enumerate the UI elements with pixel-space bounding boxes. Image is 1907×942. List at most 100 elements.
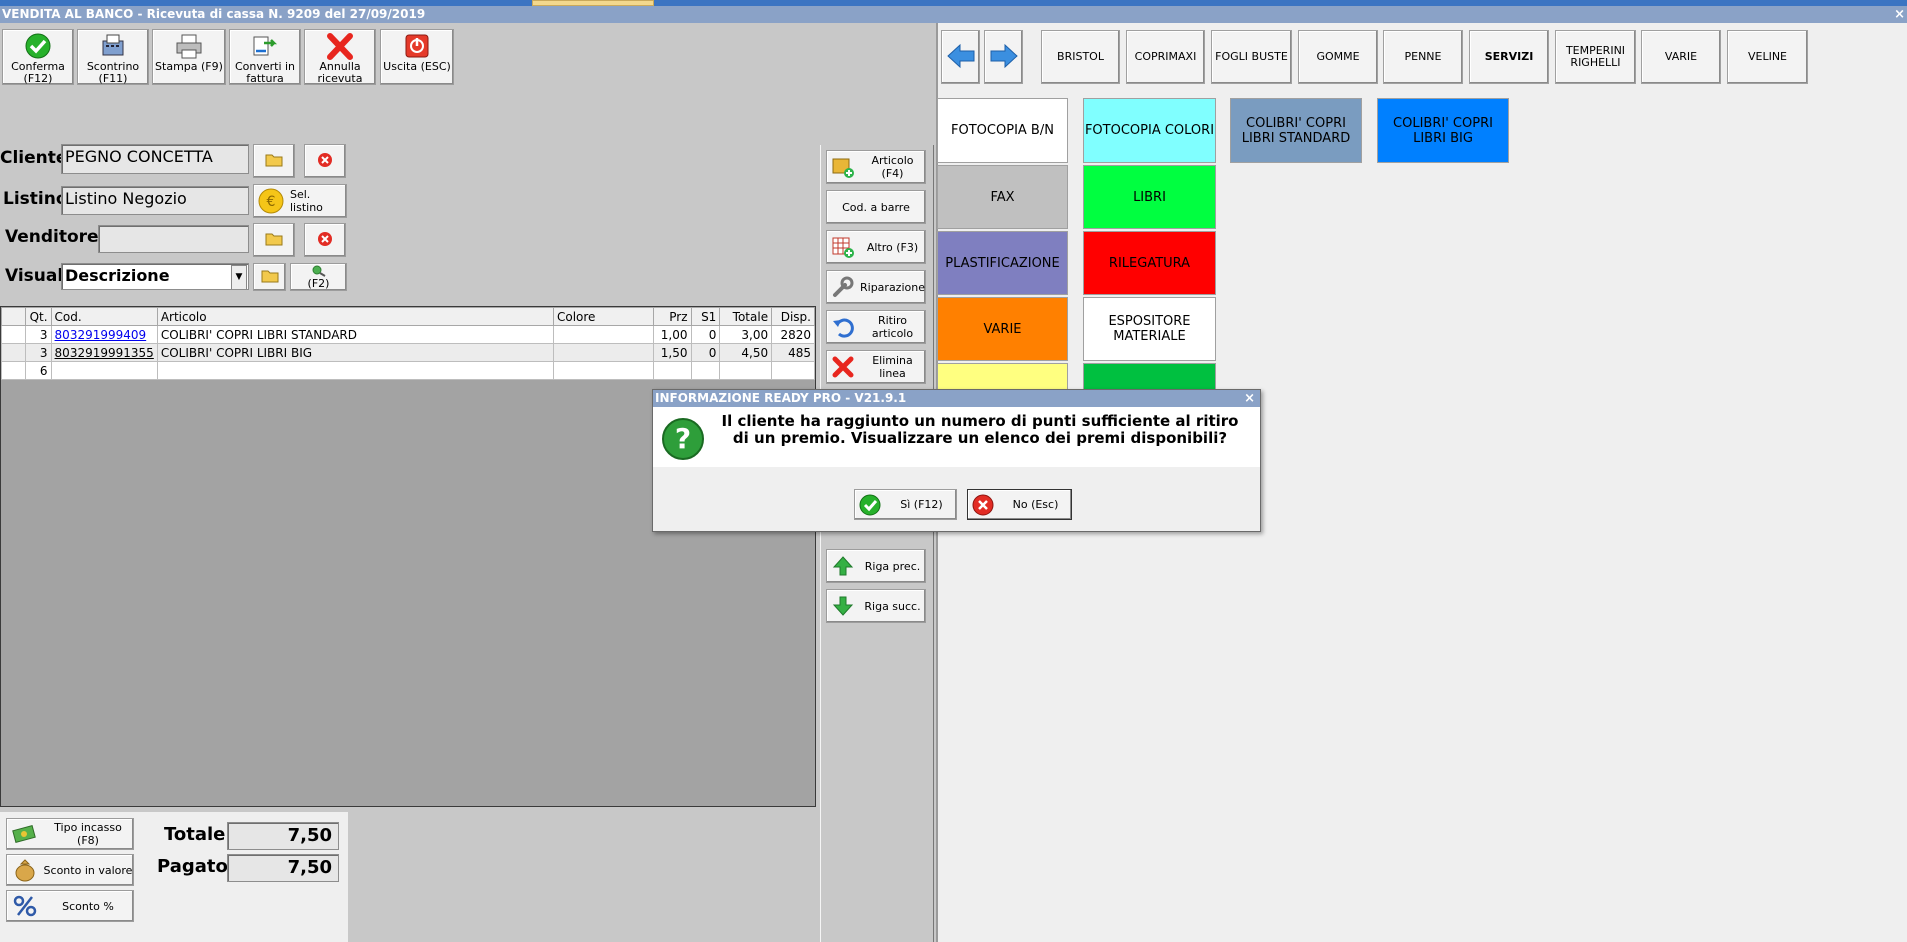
product-colibri-standard[interactable]: COLIBRI' COPRI LIBRI STANDARD <box>1230 98 1362 163</box>
chevron-down-icon[interactable]: ▼ <box>231 265 247 289</box>
column-header-cod[interactable]: Cod. <box>50 307 158 326</box>
article-button[interactable]: Articolo (F4) <box>826 150 926 184</box>
payment-type-button[interactable]: Tipo incasso (F8) <box>6 818 134 850</box>
items-table: Qt. Cod. Articolo Colore Prz S1 Totale D… <box>1 307 815 380</box>
product-libri[interactable]: LIBRI <box>1083 165 1216 229</box>
visual-folder-button[interactable] <box>253 263 286 291</box>
paid-value[interactable]: 7,50 <box>227 854 339 882</box>
price-cell[interactable]: 1,50 <box>652 343 692 362</box>
info-dialog: INFORMAZIONE READY PRO - V21.9.1 × ? Il … <box>652 389 1261 532</box>
repair-button[interactable]: Riparazione <box>826 270 926 304</box>
color-cell[interactable] <box>552 343 654 362</box>
svg-text:€: € <box>267 194 276 210</box>
category-penne[interactable]: PENNE <box>1383 30 1463 84</box>
color-cell[interactable] <box>552 325 654 344</box>
column-header-disp[interactable]: Disp. <box>771 307 815 326</box>
svg-text:?: ? <box>675 422 691 455</box>
discount-cell[interactable] <box>690 361 721 380</box>
clear-client-button[interactable] <box>304 144 346 178</box>
category-veline[interactable]: VELINE <box>1727 30 1808 84</box>
receipt-button[interactable]: Scontrino (F11) <box>77 29 149 85</box>
article-cell[interactable]: COLIBRI' COPRI LIBRI STANDARD <box>156 325 554 344</box>
product-fax[interactable]: FAX <box>937 165 1068 229</box>
other-button[interactable]: Altro (F3) <box>826 230 926 264</box>
dialog-close-icon[interactable]: × <box>1244 390 1255 407</box>
value-discount-button[interactable]: Sconto in valore <box>6 854 134 886</box>
barcode-button[interactable]: Cod. a barre <box>826 190 926 224</box>
prev-row-button[interactable]: Riga prec. <box>826 549 926 583</box>
column-header-articolo[interactable]: Articolo <box>156 307 554 326</box>
clear-seller-button[interactable] <box>304 223 346 257</box>
qty-cell[interactable]: 3 <box>24 343 52 362</box>
table-row[interactable]: 3 803291999409 COLIBRI' COPRI LIBRI STAN… <box>1 325 815 344</box>
next-row-button[interactable]: Riga succ. <box>826 589 926 623</box>
nav-next-button[interactable] <box>984 30 1023 84</box>
total-value: 7,50 <box>227 822 339 850</box>
column-header-totale[interactable]: Totale <box>719 307 773 326</box>
code-cell[interactable] <box>50 361 158 380</box>
nav-prev-button[interactable] <box>941 30 980 84</box>
product-rilegatura[interactable]: RILEGATURA <box>1083 231 1216 295</box>
delete-line-button[interactable]: Elimina linea <box>826 350 926 384</box>
discount-cell[interactable]: 0 <box>690 343 721 362</box>
category-servizi[interactable]: SERVIZI <box>1469 30 1549 84</box>
convert-invoice-button[interactable]: Converti in fattura <box>229 29 301 85</box>
product-varie[interactable]: VARIE <box>937 297 1068 361</box>
column-header <box>1 307 26 326</box>
product-colibri-big[interactable]: COLIBRI' COPRI LIBRI BIG <box>1377 98 1509 163</box>
code-cell[interactable]: 8032919991355 <box>50 343 158 362</box>
code-cell[interactable]: 803291999409 <box>50 325 158 344</box>
items-grid[interactable]: Qt. Cod. Articolo Colore Prz S1 Totale D… <box>0 306 816 807</box>
price-cell[interactable] <box>652 361 692 380</box>
percent-discount-button[interactable]: Sconto % <box>6 890 134 922</box>
confirm-button[interactable]: Conferma (F12) <box>2 29 74 85</box>
visual-select[interactable]: Descrizione ▼ <box>61 263 249 290</box>
listino-field[interactable]: Listino Negozio <box>61 186 249 215</box>
category-coprimaxi[interactable]: COPRIMAXI <box>1126 30 1205 84</box>
browse-client-button[interactable] <box>253 144 295 178</box>
qty-cell[interactable]: 3 <box>24 325 52 344</box>
table-row[interactable]: 6 <box>1 361 815 380</box>
category-gomme[interactable]: GOMME <box>1298 30 1378 84</box>
code-link[interactable]: 8032919991355 <box>55 346 154 360</box>
search-f2-button[interactable]: (F2) <box>290 263 347 291</box>
category-fogli-buste[interactable]: FOGLI BUSTE <box>1211 30 1292 84</box>
check-circle-icon <box>859 494 881 516</box>
product-fotocopia-colori[interactable]: FOTOCOPIA COLORI <box>1083 98 1216 163</box>
qty-cell[interactable]: 6 <box>24 361 52 380</box>
product-fotocopia-bn[interactable]: FOTOCOPIA B/N <box>937 98 1068 163</box>
return-article-button[interactable]: Ritiro articolo <box>826 310 926 344</box>
color-cell[interactable] <box>552 361 654 380</box>
code-link[interactable]: 803291999409 <box>55 328 147 342</box>
print-button[interactable]: Stampa (F9) <box>152 29 226 85</box>
availability-cell: 485 <box>771 343 815 362</box>
article-cell[interactable]: COLIBRI' COPRI LIBRI BIG <box>156 343 554 362</box>
discount-cell[interactable]: 0 <box>690 325 721 344</box>
venditore-field[interactable] <box>98 225 249 253</box>
column-header-s1[interactable]: S1 <box>690 307 721 326</box>
browse-seller-button[interactable] <box>253 223 295 257</box>
window-close-icon[interactable]: × <box>1894 6 1905 23</box>
select-listino-button[interactable]: € Sel. listino <box>253 184 347 218</box>
product-espositore-materiale[interactable]: ESPOSITORE MATERIALE <box>1083 297 1216 361</box>
check-circle-icon <box>23 33 53 60</box>
column-header-qt[interactable]: Qt. <box>24 307 52 326</box>
undo-icon <box>830 314 856 340</box>
table-row[interactable]: 3 8032919991355 COLIBRI' COPRI LIBRI BIG… <box>1 343 815 362</box>
total-cell <box>719 361 773 380</box>
availability-cell <box>771 361 815 380</box>
dialog-no-button[interactable]: No (Esc) <box>967 489 1072 520</box>
category-varie[interactable]: VARIE <box>1641 30 1721 84</box>
price-cell[interactable]: 1,00 <box>652 325 692 344</box>
article-cell[interactable] <box>156 361 554 380</box>
product-plastificazione[interactable]: PLASTIFICAZIONE <box>937 231 1068 295</box>
dialog-yes-button[interactable]: Sì (F12) <box>854 489 957 520</box>
exit-button[interactable]: Uscita (ESC) <box>380 29 454 85</box>
category-bristol[interactable]: BRISTOL <box>1041 30 1120 84</box>
category-temperini-righelli[interactable]: TEMPERINI RIGHELLI <box>1555 30 1636 84</box>
cliente-field[interactable]: PEGNO CONCETTA <box>61 144 249 174</box>
column-header-prz[interactable]: Prz <box>652 307 692 326</box>
row-indicator <box>1 361 26 380</box>
column-header-colore[interactable]: Colore <box>552 307 654 326</box>
cancel-receipt-button[interactable]: Annulla ricevuta <box>304 29 376 85</box>
